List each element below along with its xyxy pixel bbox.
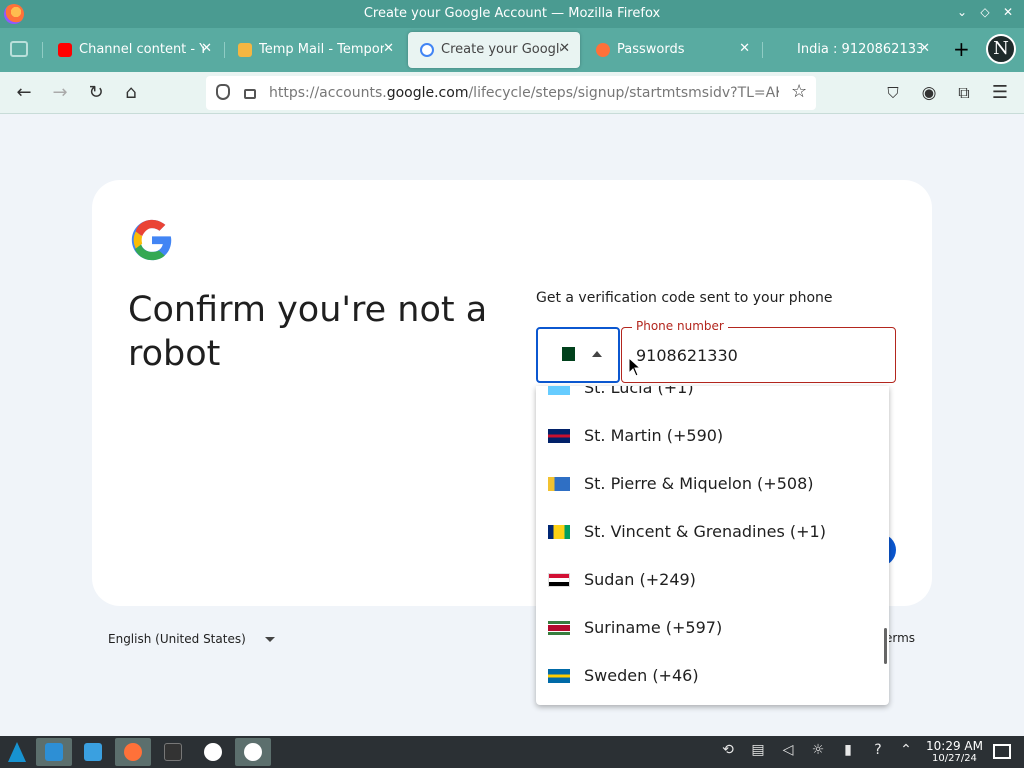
country-option[interactable]: St. Lucia (+1) [536, 386, 889, 412]
tab-india-number[interactable]: India : 9120862133 ✕ [764, 32, 940, 68]
chevron-down-icon[interactable] [265, 637, 275, 642]
chevron-up-icon[interactable]: ⌃ [896, 742, 916, 758]
file-manager-icon [84, 743, 102, 761]
terms-link[interactable]: erms [885, 631, 915, 645]
country-option[interactable]: St. Martin (+590) [536, 412, 889, 460]
tab-strip: Channel content - Y ✕ Temp Mail - Tempor… [0, 28, 1024, 72]
forward-button[interactable]: → [48, 81, 72, 105]
reload-button[interactable]: ↻ [84, 81, 108, 105]
window-title: Create your Google Account — Mozilla Fir… [363, 6, 661, 21]
account-icon[interactable]: ◉ [917, 81, 941, 105]
youtube-icon [58, 43, 72, 57]
help-icon[interactable]: ? [868, 742, 888, 758]
chat-app-icon [244, 743, 262, 761]
country-option[interactable]: St. Vincent & Grenadines (+1) [536, 508, 889, 556]
taskbar-app-firefox[interactable] [115, 738, 151, 766]
folder-icon [45, 743, 63, 761]
phone-number-value[interactable]: 9108621330 [636, 346, 738, 365]
clipboard-icon[interactable]: ▤ [748, 742, 768, 758]
instruction-text: Get a verification code sent to your pho… [536, 290, 833, 306]
close-icon[interactable]: ✕ [919, 41, 930, 56]
phone-number-field[interactable]: Phone number 9108621330 [621, 319, 896, 383]
volume-muted-icon[interactable]: ◁ [778, 742, 798, 758]
taskbar-app-terminal[interactable] [155, 738, 191, 766]
country-option[interactable]: St. Pierre & Miquelon (+508) [536, 460, 889, 508]
caret-up-icon [592, 351, 602, 357]
app-launcher-icon[interactable] [8, 742, 26, 762]
sweden-flag-icon [548, 669, 570, 683]
country-option[interactable]: Sweden (+46) [536, 652, 889, 700]
close-icon[interactable]: ✕ [559, 41, 570, 56]
language-select[interactable]: English (United States) [108, 632, 246, 646]
window-titlebar: Create your Google Account — Mozilla Fir… [0, 0, 1024, 28]
country-option[interactable]: Suriname (+597) [536, 604, 889, 652]
clock-date[interactable]: 10/27/24 [932, 753, 977, 764]
taskbar-app-files[interactable] [36, 738, 72, 766]
network-icon[interactable]: ⟲ [718, 742, 738, 758]
url-bar[interactable]: https://accounts.google.com/lifecycle/st… [206, 76, 816, 110]
country-dropdown-list: St. Lucia (+1) St. Martin (+590) St. Pie… [536, 386, 889, 705]
tab-temp-mail[interactable]: Temp Mail - Tempor ✕ [226, 32, 404, 68]
firefox-icon [596, 43, 610, 57]
brightness-icon[interactable]: ☼ [808, 742, 828, 758]
home-icon[interactable]: ⌂ [119, 81, 143, 105]
minimize-button[interactable]: ⌄ [953, 5, 971, 19]
close-icon[interactable]: ✕ [739, 41, 750, 56]
st-pierre-flag-icon [548, 477, 570, 491]
shield-icon[interactable] [216, 84, 230, 100]
phone-number-label: Phone number [632, 319, 728, 333]
sudan-flag-icon [548, 573, 570, 587]
bookmark-star-icon[interactable]: ☆ [791, 81, 807, 102]
country-code-select[interactable] [536, 327, 620, 383]
close-icon[interactable]: ✕ [383, 41, 394, 56]
dropdown-scrollbar[interactable] [884, 628, 887, 664]
extensions-icon[interactable]: ⧉ [952, 81, 976, 105]
taskbar-app-chat[interactable] [195, 738, 231, 766]
back-button[interactable]: ← [12, 81, 36, 105]
new-tab-button[interactable]: + [953, 37, 970, 61]
pocket-icon[interactable]: ⛉ [881, 81, 905, 105]
maximize-button[interactable]: ◇ [976, 5, 994, 19]
suriname-flag-icon [548, 621, 570, 635]
show-desktop-icon[interactable] [993, 744, 1011, 759]
country-option[interactable]: Sudan (+249) [536, 556, 889, 604]
st-vincent-flag-icon [548, 525, 570, 539]
google-logo [131, 219, 172, 261]
lock-icon[interactable] [244, 89, 256, 99]
terminal-icon [164, 743, 182, 761]
mail-icon [238, 43, 252, 57]
pakistan-flag-icon [557, 347, 575, 361]
tab-create-google-account[interactable]: Create your Google ✕ [408, 32, 580, 68]
navigation-toolbar: ← → ↻ ⌂ https://accounts.google.com/life… [0, 72, 1024, 114]
battery-icon[interactable]: ▮ [838, 742, 858, 758]
url-text[interactable]: https://accounts.google.com/lifecycle/st… [269, 85, 779, 101]
tab-passwords[interactable]: Passwords ✕ [584, 32, 760, 68]
st-martin-flag-icon [548, 429, 570, 443]
st-lucia-flag-icon [548, 386, 570, 395]
taskbar-app-file-manager[interactable] [75, 738, 111, 766]
clock-time[interactable]: 10:29 AM [926, 739, 983, 753]
tab-channel-content[interactable]: Channel content - Y ✕ [46, 32, 222, 68]
page-title: Confirm you're not a robot [128, 290, 488, 374]
taskbar-app-chat-active[interactable] [235, 738, 271, 766]
taskbar: ⟲ ▤ ◁ ☼ ▮ ? ⌃ 10:29 AM 10/27/24 [0, 736, 1024, 768]
mouse-cursor-icon [628, 357, 642, 377]
chat-app-icon [204, 743, 222, 761]
account-avatar[interactable]: N [986, 34, 1016, 64]
close-window-button[interactable]: ✕ [999, 5, 1017, 19]
firefox-icon [124, 743, 142, 761]
google-icon [420, 43, 434, 57]
close-icon[interactable]: ✕ [201, 41, 212, 56]
menu-icon[interactable]: ☰ [988, 81, 1012, 105]
firefox-view-icon[interactable] [10, 41, 28, 57]
